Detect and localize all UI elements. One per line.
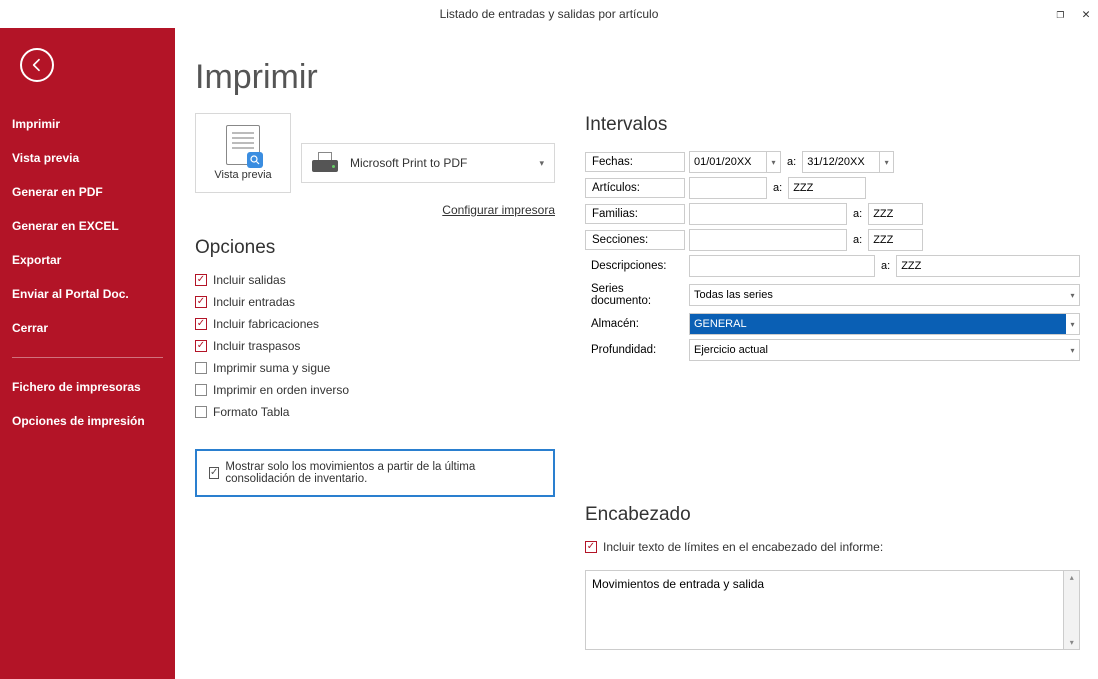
printer-icon [312,152,338,174]
back-button[interactable] [20,48,54,82]
sidebar-item-generar-excel[interactable]: Generar en EXCEL [0,209,175,243]
printer-select[interactable]: Microsoft Print to PDF ▾ [301,143,555,183]
a-label: a: [787,156,796,168]
opcion-checkbox-4[interactable]: Imprimir suma y sigue [195,361,555,375]
scrollbar[interactable]: ▴▾ [1064,570,1080,650]
opcion-checkbox-6[interactable]: Formato Tabla [195,405,555,419]
checkbox-label: Incluir salidas [213,273,286,287]
familias-label: Familias: [585,204,685,224]
secciones-to-input[interactable] [868,229,923,251]
fechas-label: Fechas: [585,152,685,172]
opcion-checkbox-3[interactable]: Incluir traspasos [195,339,555,353]
secciones-label: Secciones: [585,230,685,250]
fechas-to-input[interactable] [802,151,880,173]
configurar-impresora-link[interactable]: Configurar impresora [195,203,555,217]
checkbox-icon [195,384,207,396]
secciones-from-input[interactable] [689,229,847,251]
dropdown-caret-icon[interactable]: ▾ [1066,313,1080,335]
checkbox-label: Incluir entradas [213,295,295,309]
checkbox-label: Incluir texto de límites en el encabezad… [603,540,883,554]
sidebar-item-vista-previa[interactable]: Vista previa [0,141,175,175]
series-label: Series documento: [585,280,685,310]
maximize-button[interactable]: ❐ [1056,7,1064,22]
dropdown-caret-icon[interactable]: ▾ [880,151,894,173]
sidebar-item-generar-pdf[interactable]: Generar en PDF [0,175,175,209]
sidebar-item-exportar[interactable]: Exportar [0,243,175,277]
familias-from-input[interactable] [689,203,847,225]
articulos-from-input[interactable] [689,177,767,199]
highlight-option-box: Mostrar solo los movimientos a partir de… [195,449,555,497]
page-heading: Imprimir [195,58,555,97]
vista-previa-label: Vista previa [214,169,271,181]
series-select[interactable] [689,284,1066,306]
incluir-limites-checkbox[interactable]: Incluir texto de límites en el encabezad… [585,540,1080,554]
encabezado-heading: Encabezado [585,504,1080,526]
checkbox-label: Imprimir suma y sigue [213,361,330,375]
checkbox-icon [195,318,207,330]
a-label: a: [881,260,890,272]
checkbox-label: Incluir fabricaciones [213,317,319,331]
opcion-checkbox-5[interactable]: Imprimir en orden inverso [195,383,555,397]
opcion-checkbox-0[interactable]: Incluir salidas [195,273,555,287]
a-label: a: [853,208,862,220]
descripciones-from-input[interactable] [689,255,875,277]
sidebar-item-imprimir[interactable]: Imprimir [0,107,175,141]
dropdown-caret-icon[interactable]: ▾ [1066,339,1080,361]
sidebar-item-fichero-impresoras[interactable]: Fichero de impresoras [0,370,175,404]
window-controls: ❐ ✕ [1056,0,1090,28]
titlebar: Listado de entradas y salidas por artícu… [0,0,1098,28]
caret-down-icon: ▾ [539,158,544,169]
intervalos-heading: Intervalos [585,114,1080,136]
checkbox-icon [585,541,597,553]
checkbox-icon [195,296,207,308]
almacen-select[interactable] [689,313,1066,335]
document-preview-icon [226,125,260,165]
checkbox-label: Formato Tabla [213,405,289,419]
opcion-checkbox-1[interactable]: Incluir entradas [195,295,555,309]
checkbox-icon [195,274,207,286]
content: Imprimir Vista previa Microsoft Print to… [175,28,1098,679]
mostrar-solo-consolidacion-checkbox[interactable]: Mostrar solo los movimientos a partir de… [209,461,541,485]
a-label: a: [773,182,782,194]
arrow-left-icon [29,57,45,73]
profundidad-label: Profundidad: [585,341,685,359]
checkbox-icon [195,406,207,418]
profundidad-select[interactable] [689,339,1066,361]
sidebar-item-opciones-impresion[interactable]: Opciones de impresión [0,404,175,438]
almacen-label: Almacén: [585,315,685,333]
articulos-label: Artículos: [585,178,685,198]
sidebar-item-cerrar[interactable]: Cerrar [0,311,175,345]
articulos-to-input[interactable] [788,177,866,199]
sidebar-separator [12,357,163,358]
checkbox-label: Incluir traspasos [213,339,300,353]
descripciones-to-input[interactable] [896,255,1080,277]
descripciones-label: Descripciones: [585,257,685,275]
opciones-heading: Opciones [195,237,555,259]
dropdown-caret-icon[interactable]: ▾ [1066,284,1080,306]
window-title: Listado de entradas y salidas por artícu… [440,7,659,21]
encabezado-text-input[interactable] [585,570,1064,650]
dropdown-caret-icon[interactable]: ▾ [767,151,781,173]
checkbox-label: Imprimir en orden inverso [213,383,349,397]
familias-to-input[interactable] [868,203,923,225]
scroll-down-icon[interactable]: ▾ [1070,638,1074,647]
checkbox-icon [195,340,207,352]
close-button[interactable]: ✕ [1082,7,1090,22]
vista-previa-button[interactable]: Vista previa [195,113,291,193]
sidebar-item-enviar-portal[interactable]: Enviar al Portal Doc. [0,277,175,311]
scroll-up-icon[interactable]: ▴ [1070,573,1074,582]
checkbox-icon [209,467,219,479]
sidebar: Imprimir Vista previa Generar en PDF Gen… [0,28,175,679]
fechas-from-input[interactable] [689,151,767,173]
checkbox-icon [195,362,207,374]
printer-name: Microsoft Print to PDF [350,156,539,170]
checkbox-label: Mostrar solo los movimientos a partir de… [225,461,541,485]
opcion-checkbox-2[interactable]: Incluir fabricaciones [195,317,555,331]
a-label: a: [853,234,862,246]
